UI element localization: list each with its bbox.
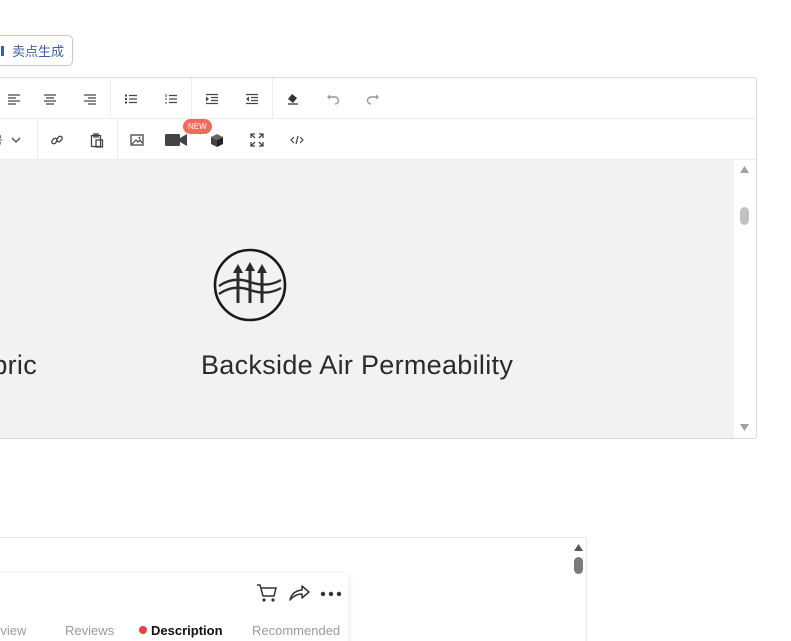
fullscreen-icon	[250, 133, 264, 147]
font-size-dropdown[interactable]: 号	[0, 127, 31, 153]
align-center-icon	[44, 94, 56, 105]
toolbar-separator	[191, 78, 192, 118]
indent-button[interactable]	[199, 86, 225, 112]
toolbar-separator	[110, 78, 111, 118]
insert-3d-button[interactable]	[204, 127, 230, 153]
numbered-list-icon	[165, 94, 177, 104]
align-left-icon	[8, 94, 20, 105]
align-center-button[interactable]	[37, 86, 63, 112]
redo-button[interactable]	[360, 86, 386, 112]
paste-icon	[90, 132, 104, 148]
editor-vertical-scrollbar[interactable]	[734, 160, 756, 438]
outdent-icon	[246, 93, 258, 105]
scroll-up-arrow-icon[interactable]	[740, 166, 749, 173]
tab-reviews[interactable]: Reviews	[65, 623, 114, 638]
fullscreen-button[interactable]	[244, 127, 270, 153]
product-preview-pane: rview Reviews Description Recommended	[0, 537, 587, 641]
page-root: 卖点生成 NEW ric Backside Air Permeability v…	[0, 0, 791, 641]
scrollbar-thumb[interactable]	[740, 207, 749, 225]
tab-recommended[interactable]: Recommended	[252, 623, 340, 638]
link-icon	[51, 135, 63, 145]
air-permeability-icon	[213, 248, 287, 322]
insert-link-button[interactable]	[44, 127, 70, 153]
more-options-icon[interactable]	[320, 591, 342, 597]
share-icon[interactable]	[288, 583, 310, 603]
generate-selling-points-button[interactable]: 卖点生成	[0, 35, 74, 66]
undo-icon	[327, 94, 340, 105]
bullet-list-button[interactable]	[118, 86, 144, 112]
image-icon	[130, 134, 144, 146]
active-dot-icon	[139, 626, 147, 634]
scroll-up-arrow-icon[interactable]	[574, 544, 583, 551]
tab-description[interactable]: Description	[139, 623, 223, 638]
toolbar-row-1	[0, 78, 756, 119]
toolbar-separator	[37, 119, 38, 159]
scroll-down-arrow-icon[interactable]	[740, 424, 749, 431]
redo-icon	[366, 94, 379, 105]
toolbar-row-2: 号 NEW	[0, 119, 756, 160]
outdent-button[interactable]	[239, 86, 265, 112]
source-code-button[interactable]	[284, 127, 310, 153]
preview-product-header: rview Reviews Description Recommended	[0, 573, 348, 641]
align-left-button[interactable]	[1, 86, 27, 112]
chevron-down-icon	[11, 137, 21, 143]
generate-button-label: 卖点生成	[12, 44, 65, 59]
insert-image-button[interactable]	[124, 127, 150, 153]
tab-description-label: Description	[151, 623, 223, 638]
feature-label-left: abric	[0, 350, 38, 380]
numbered-list-button[interactable]	[158, 86, 184, 112]
scrollbar-thumb[interactable]	[574, 557, 583, 574]
rich-text-editor: 号 NEW	[0, 77, 757, 439]
toolbar-separator	[272, 78, 273, 118]
tab-overview[interactable]: rview	[0, 623, 26, 638]
cart-icon[interactable]	[256, 583, 278, 603]
align-right-icon	[84, 94, 96, 105]
feature-label-right: Backside Air Permeability	[201, 350, 514, 380]
bullet-list-icon	[125, 94, 137, 104]
editor-content-area[interactable]: abric Backside Air Permeability	[0, 160, 734, 438]
cube-icon	[211, 133, 223, 147]
toolbar-separator	[117, 119, 118, 159]
indent-icon	[206, 93, 218, 105]
undo-button[interactable]	[320, 86, 346, 112]
align-right-button[interactable]	[77, 86, 103, 112]
sparkle-icon	[1, 45, 4, 56]
code-icon	[290, 135, 304, 145]
paste-button[interactable]	[84, 127, 110, 153]
eraser-icon	[288, 94, 298, 105]
video-icon	[165, 134, 187, 146]
clear-format-button[interactable]	[280, 86, 306, 112]
font-size-dropdown-label: 号	[0, 132, 3, 149]
